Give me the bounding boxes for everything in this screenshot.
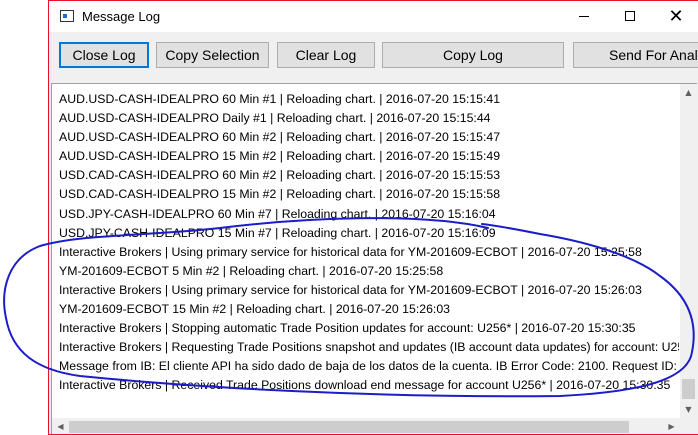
log-line: Interactive Brokers | Stopping automatic…	[59, 321, 636, 336]
minimize-button[interactable]	[561, 1, 607, 32]
close-window-button[interactable]: ✕	[653, 1, 698, 32]
minimize-icon	[579, 16, 589, 17]
send-for-analysis-button[interactable]: Send For Analy	[573, 42, 698, 68]
log-line: Interactive Brokers | Requesting Trade P…	[59, 340, 679, 355]
vertical-scrollbar[interactable]: ▲ ▼	[680, 84, 697, 418]
log-line: AUD.USD-CASH-IDEALPRO 60 Min #2 | Reload…	[59, 130, 501, 145]
log-line: AUD.USD-CASH-IDEALPRO 15 Min #2 | Reload…	[59, 149, 501, 164]
log-line: Message from IB: El cliente API ha sido …	[59, 359, 679, 374]
clear-log-button[interactable]: Clear Log	[277, 42, 375, 68]
scroll-left-arrow-icon[interactable]: ◀	[52, 418, 69, 434]
log-line: USD.CAD-CASH-IDEALPRO 60 Min #2 | Reload…	[59, 168, 501, 183]
scroll-down-arrow-icon[interactable]: ▼	[680, 401, 697, 418]
vertical-scroll-thumb[interactable]	[682, 379, 695, 399]
message-log-window: Message Log ✕ Close Log Copy Selection C…	[48, 0, 698, 435]
title-bar[interactable]: Message Log ✕	[49, 1, 698, 32]
log-panel[interactable]: AUD.USD-CASH-IDEALPRO 60 Min #1 | Reload…	[51, 83, 697, 434]
close-log-button[interactable]: Close Log	[59, 42, 149, 68]
log-line: YM-201609-ECBOT 15 Min #2 | Reloading ch…	[59, 302, 451, 317]
copy-selection-button[interactable]: Copy Selection	[156, 42, 269, 68]
log-line: Interactive Brokers | Using primary serv…	[59, 282, 642, 297]
copy-log-button[interactable]: Copy Log	[382, 42, 564, 68]
log-line: Interactive Brokers | Received Trade Pos…	[59, 378, 671, 393]
log-lines: AUD.USD-CASH-IDEALPRO 60 Min #1 | Reload…	[59, 90, 679, 396]
horizontal-scroll-thumb[interactable]	[69, 421, 629, 433]
scroll-up-arrow-icon[interactable]: ▲	[680, 84, 697, 101]
log-line: USD.JPY-CASH-IDEALPRO 60 Min #7 | Reload…	[59, 206, 496, 221]
maximize-button[interactable]	[607, 1, 653, 32]
log-line: USD.JPY-CASH-IDEALPRO 15 Min #7 | Reload…	[59, 225, 496, 240]
log-line: YM-201609-ECBOT 5 Min #2 | Reloading cha…	[59, 263, 444, 278]
log-line: AUD.USD-CASH-IDEALPRO 60 Min #1 | Reload…	[59, 92, 501, 106]
close-icon: ✕	[668, 6, 684, 27]
scroll-right-arrow-icon[interactable]: ▶	[663, 418, 680, 434]
log-line: USD.CAD-CASH-IDEALPRO 15 Min #2 | Reload…	[59, 187, 501, 202]
toolbar: Close Log Copy Selection Clear Log Copy …	[49, 32, 698, 80]
log-line: Interactive Brokers | Using primary serv…	[59, 244, 642, 259]
horizontal-scrollbar[interactable]: ◀ ▶	[52, 418, 680, 434]
app-window-icon	[60, 10, 74, 22]
window-title: Message Log	[82, 9, 161, 24]
scrollbar-corner	[680, 418, 697, 434]
maximize-icon	[625, 11, 635, 21]
log-line: AUD.USD-CASH-IDEALPRO Daily #1 | Reloadi…	[59, 111, 491, 126]
